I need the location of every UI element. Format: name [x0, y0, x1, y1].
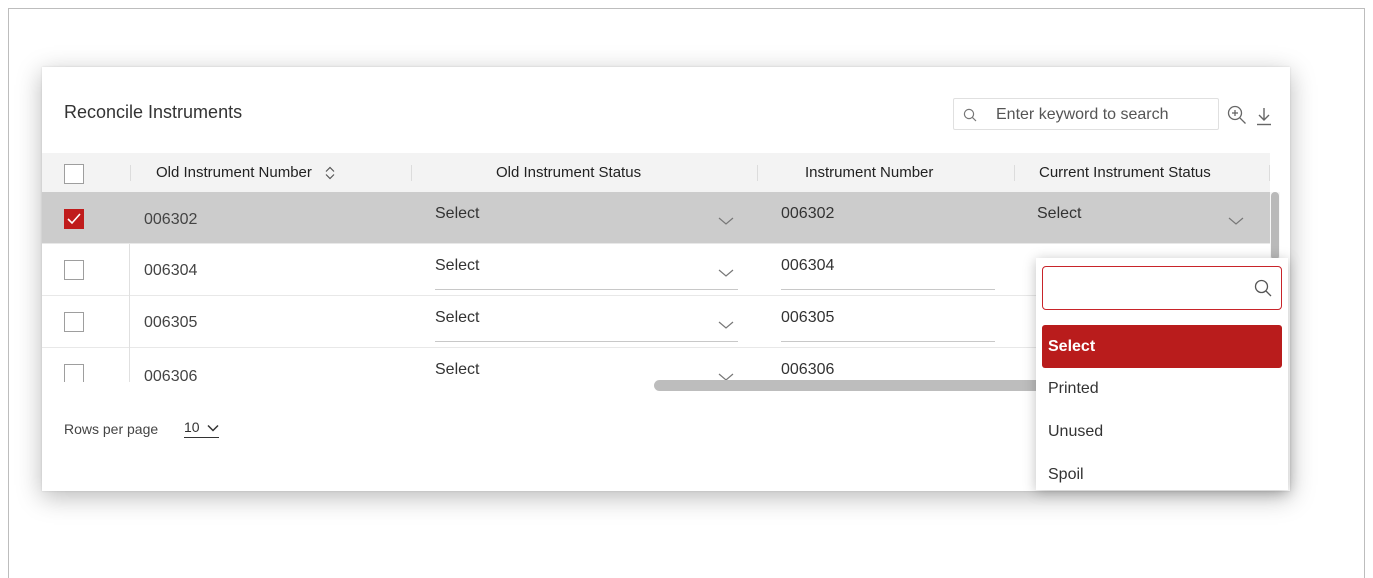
search-input[interactable]: [994, 104, 1213, 126]
current-status-select[interactable]: Select: [1037, 192, 1248, 238]
select-value: Select: [435, 257, 480, 274]
chevron-down-icon: [718, 217, 734, 225]
search-icon: [1254, 279, 1272, 297]
old-status-select[interactable]: Select: [435, 192, 738, 238]
old-status-select[interactable]: Select: [435, 348, 738, 382]
old-status-select[interactable]: Select: [435, 296, 738, 342]
dropdown-option-spoil[interactable]: Spoil: [1042, 453, 1282, 490]
dropdown-search-input[interactable]: [1051, 277, 1245, 301]
search-box[interactable]: [953, 98, 1219, 130]
row-checkbox[interactable]: [64, 260, 84, 280]
old-status-select[interactable]: Select: [435, 244, 738, 290]
instrument-number-field[interactable]: 006306: [781, 348, 995, 382]
select-value: Select: [435, 361, 480, 378]
dropdown-option-select[interactable]: Select: [1042, 325, 1282, 368]
column-header-instrument-number: Instrument Number: [805, 164, 934, 181]
old-number-cell: 006302: [144, 211, 198, 228]
zoom-in-icon[interactable]: [1227, 105, 1247, 125]
chevron-down-icon: [718, 321, 734, 329]
instrument-number-value: 006305: [781, 309, 835, 326]
row-checkbox-cell: [42, 192, 130, 244]
select-value: Select: [435, 205, 480, 222]
table-header: Old Instrument Number Old Instrument Sta…: [42, 153, 1270, 192]
column-divider: [411, 165, 412, 181]
status-dropdown-menu: Select Printed Unused Spoil: [1036, 258, 1288, 490]
search-icon: [963, 108, 977, 122]
page-title: Reconcile Instruments: [64, 102, 243, 122]
select-value: Select: [435, 309, 480, 326]
vertical-scrollbar-thumb[interactable]: [1271, 192, 1279, 260]
dropdown-search-box[interactable]: [1042, 266, 1282, 310]
column-header-old-number[interactable]: Old Instrument Number: [156, 153, 336, 192]
sort-icon[interactable]: [324, 166, 336, 180]
column-divider: [757, 165, 758, 181]
download-icon[interactable]: [1256, 106, 1272, 126]
chevron-down-icon: [718, 269, 734, 277]
row-checkbox-cell: [42, 296, 130, 348]
dropdown-option-printed[interactable]: Printed: [1042, 367, 1282, 410]
instrument-number-field[interactable]: 006302: [781, 192, 995, 238]
column-divider: [130, 165, 131, 181]
instrument-number-value: 006306: [781, 361, 835, 378]
row-checkbox-cell: [42, 244, 130, 296]
row-checkbox[interactable]: [64, 312, 84, 332]
checkmark-icon: [67, 213, 81, 225]
column-label: Old Instrument Number: [156, 164, 312, 181]
row-checkbox[interactable]: [64, 209, 84, 229]
row-checkbox[interactable]: [64, 364, 84, 382]
instrument-number-value: 006304: [781, 257, 835, 274]
old-number-cell: 006304: [144, 262, 198, 279]
rows-per-page-label: Rows per page: [64, 421, 159, 437]
column-header-old-status: Old Instrument Status: [496, 164, 642, 181]
select-all-checkbox[interactable]: [64, 164, 84, 184]
old-number-cell: 006306: [144, 368, 198, 382]
dropdown-option-unused[interactable]: Unused: [1042, 410, 1282, 453]
column-divider: [1269, 165, 1270, 181]
table-row[interactable]: 006302 Select 006302 Select: [42, 192, 1270, 244]
instrument-number-field[interactable]: 006304: [781, 244, 995, 290]
instrument-number-field[interactable]: 006305: [781, 296, 995, 342]
old-number-cell: 006305: [144, 314, 198, 331]
chevron-down-icon: [1228, 217, 1244, 225]
rows-per-page-select[interactable]: 10: [184, 419, 220, 438]
rows-per-page-value: 10: [184, 419, 200, 435]
select-value: Select: [1037, 205, 1082, 222]
column-divider: [1014, 165, 1015, 181]
chevron-down-icon: [207, 425, 219, 432]
row-checkbox-cell: [42, 348, 130, 382]
column-header-current-status: Current Instrument Status: [1039, 164, 1211, 181]
instrument-number-value: 006302: [781, 205, 835, 222]
